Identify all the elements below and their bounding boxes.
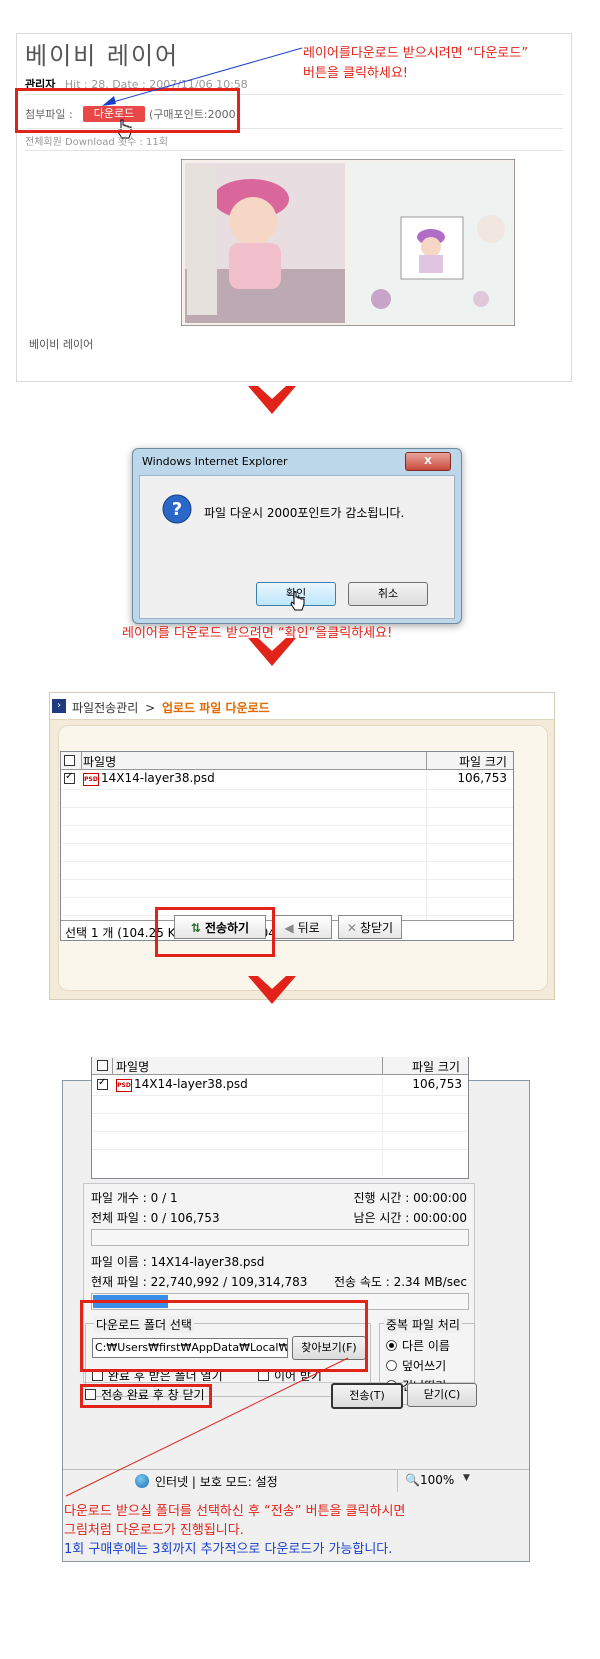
footer-instructions: 다운로드 받으실 폴더를 선택하신 후 “전송” 버튼을 클릭하시면 그림처럼 …	[64, 1502, 405, 1559]
file-list: 파일명 파일 크기 PSD 14X14-layer38.psd 106,753	[91, 1057, 469, 1179]
overwrite-radio[interactable]	[386, 1360, 397, 1371]
close-icon: ✕	[346, 921, 357, 935]
file-checkbox[interactable]	[97, 1077, 108, 1090]
file-size: 106,753	[457, 771, 507, 785]
dup-group-title: 중복 파일 처리	[384, 1316, 462, 1333]
file-name: 14X14-layer38.psd	[134, 1077, 248, 1091]
pointer-line	[65, 1357, 349, 1497]
breadcrumb: 파일전송관리 > 업로드 파일 다운로드	[72, 701, 270, 715]
file-checkbox[interactable]	[64, 771, 75, 784]
col-size: 파일 크기	[412, 1060, 460, 1074]
back-button[interactable]: ◀ 뒤로	[272, 915, 332, 939]
baby-layer-photo	[181, 159, 515, 326]
remaining-time: 남은 시간 : 00:00:00	[353, 1211, 467, 1225]
close-button[interactable]: 닫기(C)	[407, 1383, 477, 1407]
total-progress-bar	[91, 1229, 469, 1246]
col-filename: 파일명	[116, 1060, 150, 1074]
confirm-dialog: Windows Internet Explorer X ? 파일 다운시 200…	[132, 448, 462, 624]
file-name: 14X14-layer38.psd	[101, 771, 215, 785]
zoom-dropdown-icon[interactable]: ▼	[463, 1473, 470, 1483]
table-row[interactable]: PSD 14X14-layer38.psd 106,753	[61, 770, 513, 788]
chevron-down-icon	[248, 638, 296, 666]
callout-arrow	[102, 47, 303, 106]
col-size: 파일 크기	[459, 755, 507, 769]
image-caption: 베이비 레이어	[29, 338, 94, 351]
footer-line-1: 다운로드 받으실 폴더를 선택하신 후 “전송” 버튼을 클릭하시면	[64, 1504, 406, 1519]
file-list-header: 파일명 파일 크기	[61, 752, 513, 770]
question-icon: ?	[162, 494, 192, 524]
select-all-checkbox[interactable]	[97, 1060, 108, 1071]
zoom-icon: 🔍	[405, 1473, 420, 1487]
breadcrumb-arrow-icon: ›	[52, 699, 66, 713]
send-highlight	[155, 907, 275, 957]
back-arrow-icon: ◀	[284, 921, 294, 935]
rename-label: 다른 이름	[402, 1339, 450, 1353]
col-filename: 파일명	[83, 755, 117, 769]
chevron-down-icon	[248, 976, 296, 1004]
file-download-panel: › 파일전송관리 > 업로드 파일 다운로드 파일명 파일 크기 PSD 14X…	[49, 692, 555, 1000]
current-file-bytes: 현재 파일 : 22,740,992 / 109,314,783	[91, 1275, 308, 1289]
file-count: 파일 개수 : 0 / 1	[91, 1191, 178, 1205]
hand-cursor-icon	[290, 591, 305, 611]
cancel-button[interactable]: 취소	[348, 582, 428, 606]
zoom-control[interactable]: 🔍100%	[405, 1473, 454, 1487]
callout-text: 레이어를다운로드 받으시려면 “다운로드” 버튼을 클릭하세요!	[303, 46, 529, 81]
psd-file-icon: PSD	[83, 773, 99, 786]
select-all-checkbox[interactable]	[64, 755, 75, 766]
chevron-down-icon	[248, 386, 296, 414]
footer-line-3: 1회 구매후에는 3회까지 추가적으로 다운로드가 가능합니다.	[64, 1542, 393, 1557]
svg-text:?: ?	[172, 499, 182, 520]
elapsed-time: 진행 시간 : 00:00:00	[353, 1191, 467, 1205]
footer-line-2: 그림처럼 다운로드가 진행됩니다.	[64, 1523, 244, 1538]
total-file: 전체 파일 : 0 / 106,753	[91, 1211, 220, 1225]
psd-file-icon: PSD	[116, 1079, 132, 1092]
transfer-speed: 전송 속도 : 2.34 MB/sec	[333, 1275, 467, 1289]
dialog-message: 파일 다운시 2000포인트가 감소됩니다.	[204, 506, 405, 520]
overwrite-label: 덮어쓰기	[402, 1359, 447, 1373]
table-row[interactable]: PSD 14X14-layer38.psd 106,753	[92, 1076, 468, 1094]
rename-radio[interactable]	[386, 1340, 397, 1351]
close-window-button[interactable]: ✕ 창닫기	[338, 915, 402, 939]
dialog-title: Windows Internet Explorer	[142, 455, 288, 468]
file-list: 파일명 파일 크기 PSD 14X14-layer38.psd 106,753 …	[60, 751, 514, 941]
breadcrumb-root[interactable]: 파일전송관리	[72, 701, 138, 715]
file-size: 106,753	[412, 1077, 462, 1091]
file-list-header: 파일명 파일 크기	[92, 1057, 468, 1075]
breadcrumb-current: 업로드 파일 다운로드	[161, 701, 270, 715]
current-file-name: 파일 이름 : 14X14-layer38.psd	[91, 1255, 265, 1269]
dialog-close-button[interactable]: X	[405, 452, 451, 471]
download-count: 전체회원 Download 횟수 : 11회	[25, 137, 168, 148]
